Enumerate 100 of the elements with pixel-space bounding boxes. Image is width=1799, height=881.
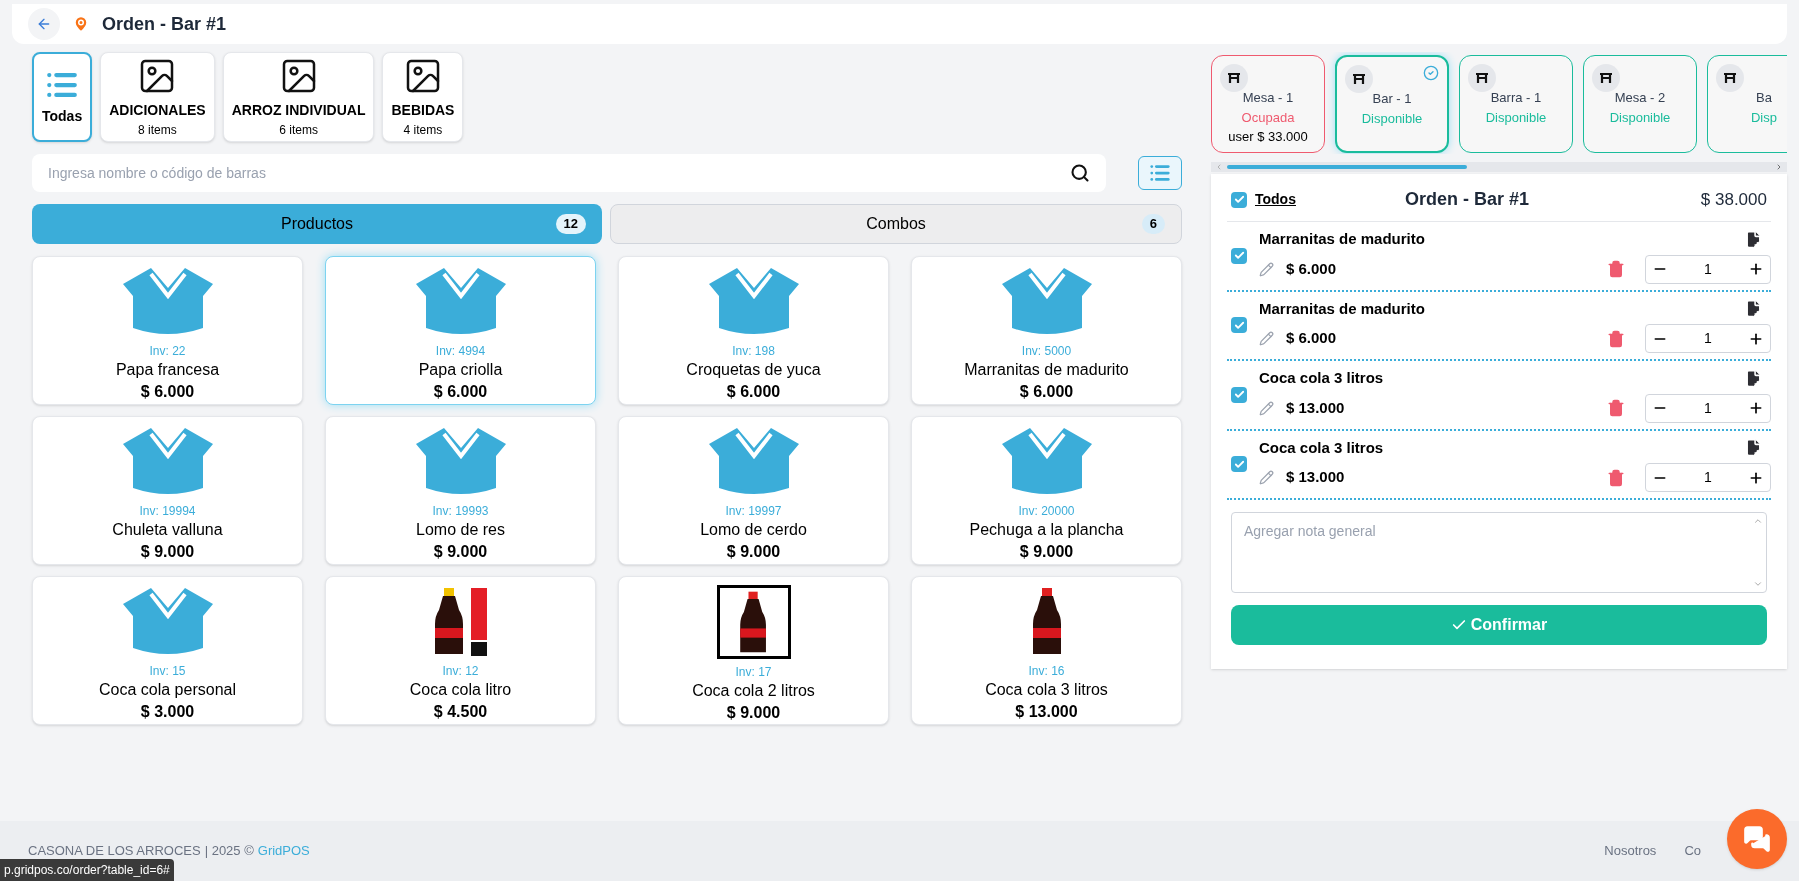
checkbox[interactable]: [1231, 191, 1247, 208]
order-item-name: Coca cola 3 litros: [1259, 437, 1384, 458]
search-field[interactable]: Ingresa nombre o código de barras: [32, 154, 1106, 192]
search-icon[interactable]: [1070, 163, 1090, 183]
selected-check-icon: [1423, 65, 1439, 81]
product-name: Lomo de cerdo: [700, 520, 807, 540]
quantity-value: 1: [1704, 329, 1712, 348]
product-card[interactable]: Inv: 16 Coca cola 3 litros $ 13.000: [911, 576, 1182, 725]
inventory-label: Inv: 5000: [1021, 343, 1072, 360]
checkbox[interactable]: [1231, 317, 1247, 334]
inventory-label: Inv: 22: [149, 343, 186, 360]
checkbox[interactable]: [1231, 386, 1247, 403]
category-tab[interactable]: ARROZ INDIVIDUAL 6 items: [222, 52, 375, 142]
checkbox[interactable]: [1231, 456, 1247, 473]
order-item-price: $ 13.000: [1286, 397, 1346, 418]
note-field[interactable]: Agregar nota general: [1231, 512, 1767, 593]
product-price: $ 9.000: [726, 542, 781, 562]
location-pin-icon: [72, 15, 90, 33]
inventory-label: Inv: 17: [735, 664, 772, 681]
table-card[interactable]: Mesa - 2 Disponible: [1583, 55, 1697, 153]
quantity-value: 1: [1704, 398, 1712, 418]
footer-copyright: | 2025 ©: [204, 842, 254, 861]
scrollbar[interactable]: [1211, 162, 1787, 172]
delete-icon[interactable]: [1607, 399, 1625, 417]
table-card[interactable]: Ba Disp: [1707, 55, 1787, 153]
product-card[interactable]: Inv: 4994 Papa criolla $ 6.000: [325, 256, 596, 405]
delete-icon[interactable]: [1607, 329, 1625, 348]
table-icon: [1468, 64, 1496, 92]
product-card[interactable]: Inv: 20000 Pechuga a la plancha $ 9.000: [911, 416, 1182, 565]
product-price: $ 3.000: [140, 702, 195, 722]
table-card[interactable]: Mesa - 1 Ocupada user $ 33.000: [1211, 55, 1325, 153]
product-card[interactable]: Inv: 22 Papa francesa $ 6.000: [32, 256, 303, 405]
quantity-value: 1: [1704, 468, 1712, 487]
product-price: $ 9.000: [726, 703, 781, 723]
product-card[interactable]: Inv: 19994 Chuleta valluna $ 9.000: [32, 416, 303, 565]
table-status: Disponible: [1485, 108, 1547, 127]
chat-icon: [1743, 825, 1771, 853]
page-title: Orden - Bar #1: [102, 12, 227, 36]
quantity-value: 1: [1704, 259, 1712, 279]
item-count: 8 items: [138, 121, 177, 139]
inventory-label: Inv: 4994: [435, 343, 486, 360]
add-note-icon[interactable]: [1744, 438, 1763, 458]
product-price: $ 9.000: [140, 542, 195, 562]
category-tab[interactable]: BEBIDAS 4 items: [382, 52, 464, 142]
add-note-icon[interactable]: [1744, 229, 1763, 249]
select-all-link[interactable]: Todos: [1255, 189, 1405, 210]
edit-icon[interactable]: [1259, 261, 1274, 277]
product-price: $ 4.500: [433, 702, 488, 722]
product-card[interactable]: Inv: 198 Croquetas de yuca $ 6.000: [618, 256, 889, 405]
order-title: Orden - Bar #1: [1405, 188, 1531, 211]
table-name: Mesa - 2: [1614, 89, 1666, 107]
table-card[interactable]: Bar - 1 Disponible: [1335, 55, 1449, 153]
plus-icon[interactable]: [1748, 400, 1764, 416]
add-note-icon[interactable]: [1744, 368, 1763, 388]
product-price: $ 9.000: [433, 542, 488, 562]
chat-button[interactable]: [1727, 809, 1787, 869]
inventory-label: Inv: 19993: [432, 503, 489, 520]
scroll-left-icon[interactable]: [1215, 163, 1223, 171]
product-name: Papa francesa: [115, 360, 220, 380]
table-status: Disponible: [1609, 108, 1671, 127]
scroll-right-icon[interactable]: [1775, 163, 1783, 171]
category-tab[interactable]: Todas: [32, 52, 93, 142]
product-card[interactable]: Inv: 5000 Marranitas de madurito $ 6.000: [911, 256, 1182, 405]
product-card[interactable]: Inv: 17 Coca cola 2 litros $ 9.000: [618, 576, 889, 725]
back-button[interactable]: [28, 8, 60, 40]
inventory-label: Inv: 19994: [139, 503, 196, 520]
product-card[interactable]: Inv: 19997 Lomo de cerdo $ 9.000: [618, 416, 889, 565]
table-card[interactable]: Barra - 1 Disponible: [1459, 55, 1573, 153]
table-status: Disp: [1751, 108, 1777, 127]
product-name: Marranitas de madurito: [964, 360, 1129, 380]
product-price: $ 9.000: [1019, 542, 1074, 562]
plus-icon[interactable]: [1748, 261, 1764, 277]
product-card[interactable]: Inv: 15 Coca cola personal $ 3.000: [32, 576, 303, 725]
product-name: Coca cola personal: [99, 680, 236, 700]
delete-icon[interactable]: [1607, 260, 1625, 278]
footer-link[interactable]: Co: [1684, 841, 1701, 861]
count-badge: 12: [555, 214, 586, 234]
edit-icon[interactable]: [1259, 400, 1274, 416]
order-item-price: $ 6.000: [1286, 258, 1338, 279]
product-tab[interactable]: Productos 12: [32, 204, 602, 244]
edit-icon[interactable]: [1259, 331, 1274, 346]
product-name: Lomo de res: [416, 520, 505, 540]
order-total: $ 38.000: [1700, 188, 1767, 211]
scroll-down-icon[interactable]: [1753, 579, 1763, 589]
product-card[interactable]: Inv: 12 Coca cola litro $ 4.500: [325, 576, 596, 725]
product-card[interactable]: Inv: 19993 Lomo de res $ 9.000: [325, 416, 596, 565]
scroll-up-icon[interactable]: [1753, 516, 1763, 526]
footer-link[interactable]: Nosotros: [1604, 841, 1657, 861]
add-note-icon[interactable]: [1744, 299, 1763, 319]
product-name: Pechuga a la plancha: [969, 520, 1124, 540]
list-icon: [1149, 162, 1171, 184]
view-toggle-button[interactable]: [1138, 156, 1182, 190]
table-status: Ocupada: [1241, 108, 1295, 127]
product-tab[interactable]: Combos 6: [610, 204, 1182, 244]
category-tab[interactable]: ADICIONALES 8 items: [100, 52, 215, 142]
inventory-label: Inv: 15: [149, 663, 186, 680]
delete-icon[interactable]: [1607, 468, 1625, 487]
checkbox[interactable]: [1231, 247, 1247, 264]
product-name: Papa criolla: [418, 360, 503, 380]
edit-icon[interactable]: [1259, 470, 1274, 485]
